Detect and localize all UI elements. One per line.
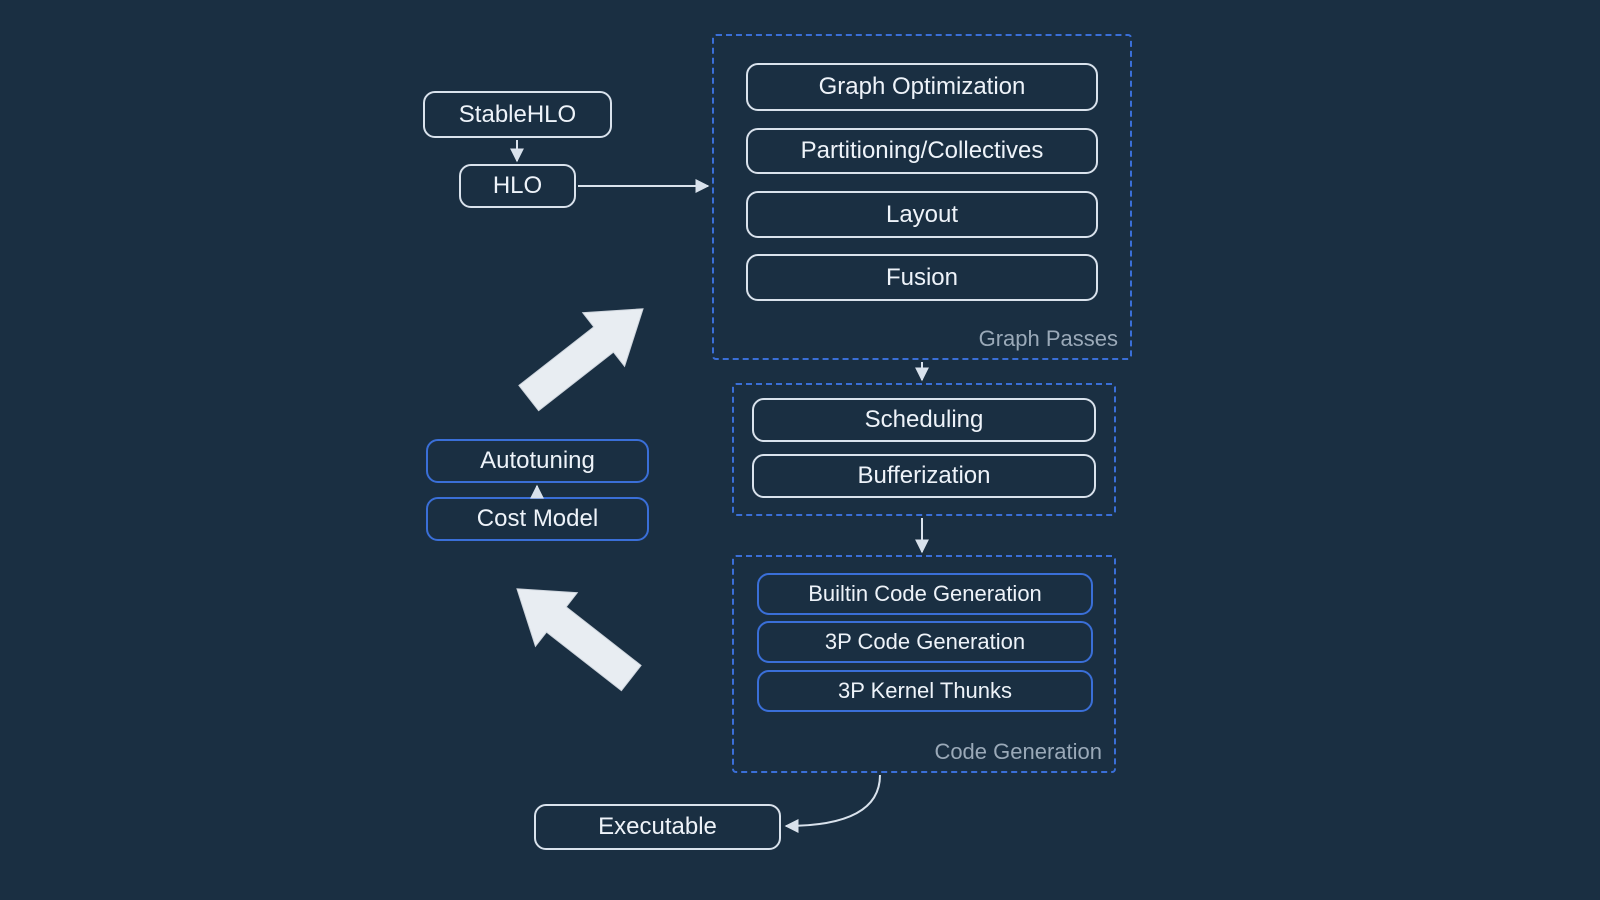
node-layout: Layout: [746, 191, 1098, 238]
arrow-codegen-to-executable: [786, 775, 880, 826]
big-arrow-upper: [508, 282, 664, 425]
node-hlo: HLO: [459, 164, 576, 208]
node-3p-kernel-thunks: 3P Kernel Thunks: [757, 670, 1093, 712]
node-executable: Executable: [534, 804, 781, 850]
group-label-graph-passes: Graph Passes: [979, 326, 1118, 352]
node-scheduling: Scheduling: [752, 398, 1096, 442]
node-fusion: Fusion: [746, 254, 1098, 301]
node-autotuning: Autotuning: [426, 439, 649, 483]
node-bufferization: Bufferization: [752, 454, 1096, 498]
diagram-stage: StableHLO HLO Graph Passes Graph Optimiz…: [0, 0, 1600, 900]
node-partitioning-collectives: Partitioning/Collectives: [746, 128, 1098, 174]
node-graph-optimization: Graph Optimization: [746, 63, 1098, 111]
node-builtin-codegen: Builtin Code Generation: [757, 573, 1093, 615]
big-arrow-lower: [496, 562, 652, 705]
group-label-codegen: Code Generation: [934, 739, 1102, 765]
node-cost-model: Cost Model: [426, 497, 649, 541]
node-3p-codegen: 3P Code Generation: [757, 621, 1093, 663]
node-stablehlo: StableHLO: [423, 91, 612, 138]
